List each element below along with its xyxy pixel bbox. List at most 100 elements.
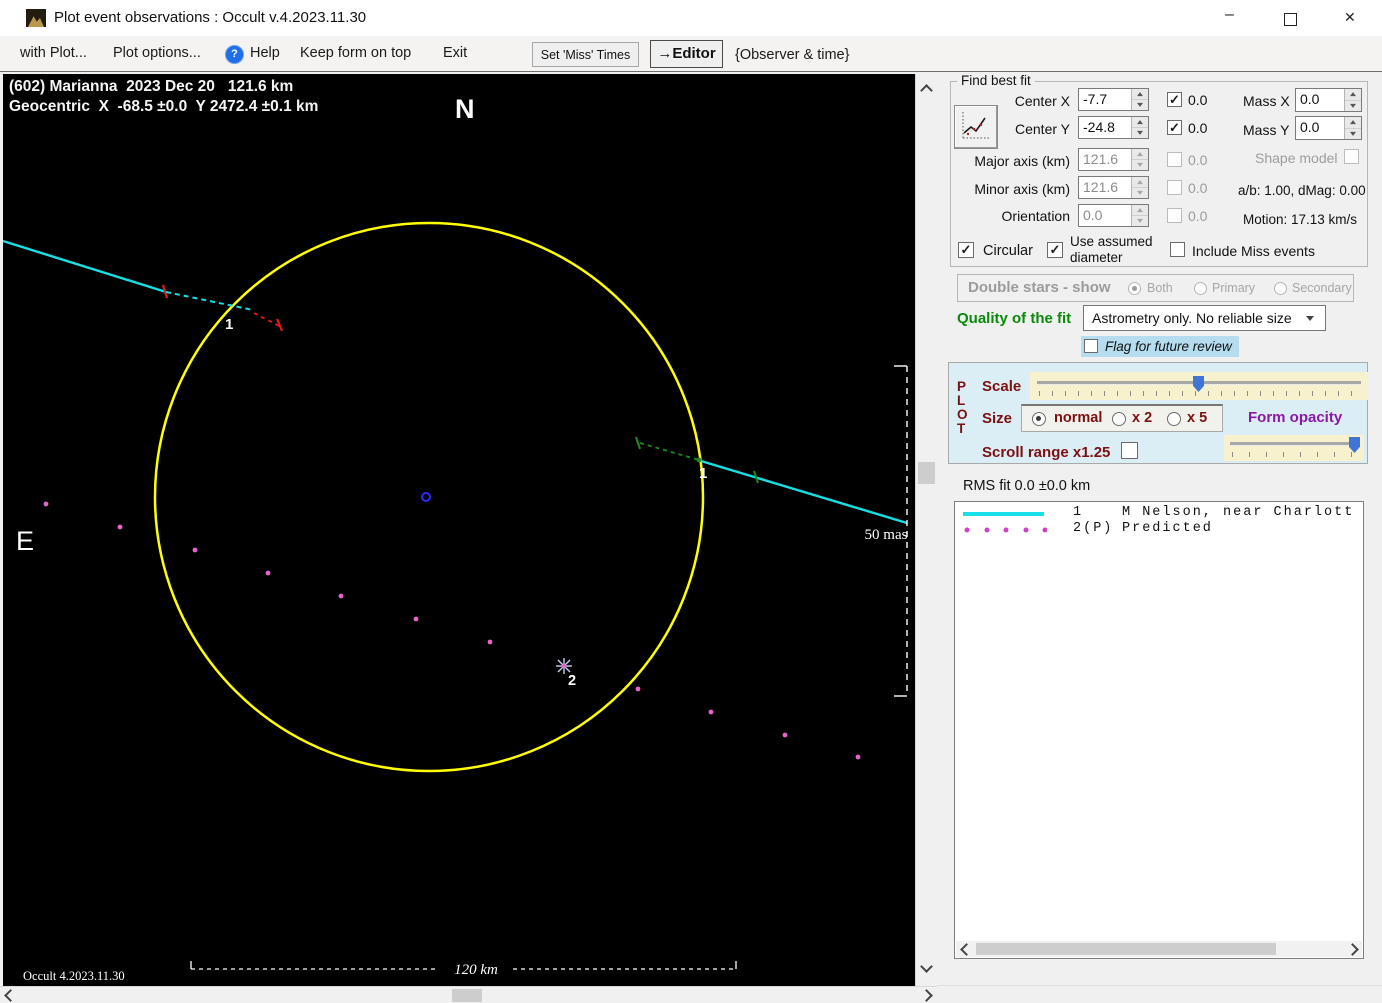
center-y-down[interactable] [1132,128,1148,138]
rms-fit-label: RMS fit 0.0 ±0.0 km [963,478,1091,494]
list-hscrollbar[interactable] [956,941,1362,957]
list-scroll-right-icon[interactable] [1346,943,1359,956]
bottom-divider [937,985,1382,986]
plot-hscrollbar[interactable] [0,986,937,1003]
scroll-range-label: Scroll range x1.25 [982,444,1111,461]
major-axis-spinner: 121.6 [1078,148,1149,171]
plot-canvas[interactable]: (602) Marianna 2023 Dec 20 121.6 km Geoc… [2,74,915,986]
mass-x-down[interactable] [1345,100,1361,111]
double-stars-title: Double stars - show [968,279,1111,296]
center-x-down[interactable] [1132,100,1148,110]
center-x-up[interactable] [1132,89,1148,100]
center-y-spinner[interactable]: -24.8 [1078,116,1149,139]
menu-with-plot[interactable]: with Plot... [20,45,87,61]
center-marker [421,492,431,502]
size-x2-radio[interactable] [1112,412,1126,426]
list-hscroll-thumb[interactable] [976,943,1276,955]
list-scroll-left-icon[interactable] [960,943,973,956]
observer-name: M Nelson, near Charlott [1122,505,1355,520]
maximize-icon [1284,13,1297,26]
form-opacity-slider[interactable] [1224,435,1364,461]
plot-vscroll-thumb[interactable] [918,462,935,484]
use-assumed-label-1: Use assumed [1070,234,1153,249]
scale-slider[interactable] [1030,372,1368,400]
center-y-err-checkbox[interactable] [1167,120,1182,135]
title-bar: Plot event observations : Occult v.4.202… [0,0,1382,36]
scale-label: Scale [982,378,1022,395]
size-normal-radio[interactable] [1032,412,1046,426]
observer-row[interactable]: 1 M Nelson, near Charlott [955,504,1363,520]
close-button[interactable]: ✕ [1329,0,1375,36]
plot-header-line2: Geocentric X -68.5 ±0.0 Y 2472.4 ±0.1 km [9,98,318,115]
major-err-checkbox [1167,152,1182,167]
scale-slider-thumb[interactable] [1193,376,1204,392]
maximize-button[interactable] [1267,0,1313,36]
north-label: N [455,94,475,124]
double-stars-primary-label: Primary [1212,281,1256,295]
scroll-left-icon[interactable] [4,989,17,1002]
observer-listbox[interactable]: 1 M Nelson, near Charlott 2(P) Predicted [954,501,1364,959]
observer-id: 1 [1073,505,1084,520]
mass-y-value: 0.0 [1300,119,1320,135]
use-assumed-checkbox[interactable] [1047,242,1063,258]
menu-plot-options[interactable]: Plot options... [113,45,201,61]
center-y-up[interactable] [1132,117,1148,128]
circular-label: Circular [983,243,1033,259]
size-x5-radio[interactable] [1167,412,1181,426]
observer-id: 2(P) [1073,521,1114,536]
double-stars-both-radio [1128,282,1141,295]
center-x-spinner[interactable]: -7.7 [1078,88,1149,111]
plot-header-line1: (602) Marianna 2023 Dec 20 121.6 km [9,78,293,95]
scroll-down-icon[interactable] [920,960,933,973]
mass-x-up[interactable] [1345,89,1361,101]
editor-button[interactable]: →Editor [650,40,723,68]
minimize-button[interactable]: – [1210,0,1256,36]
orientation-spinner: 0.0 [1078,204,1149,227]
plot-vscrollbar[interactable] [915,74,937,986]
form-opacity-thumb[interactable] [1349,437,1360,453]
double-stars-group: Double stars - show Both Primary Seconda… [957,274,1354,302]
center-x-err-value: 0.0 [1188,92,1208,108]
menu-keep-on-top[interactable]: Keep form on top [300,45,411,61]
menu-help[interactable]: Help [250,45,280,61]
quality-dropdown[interactable]: Astrometry only. No reliable size [1083,305,1326,331]
circular-checkbox[interactable] [958,242,974,258]
chord1-label-left: 1 [225,316,233,333]
mass-y-up[interactable] [1345,117,1361,129]
set-miss-times-button[interactable]: Set 'Miss' Times [532,42,639,67]
minor-axis-spinner: 121.6 [1078,176,1149,199]
scroll-range-checkbox[interactable] [1121,442,1138,459]
chord1-left-solid [2,239,167,294]
mass-y-down[interactable] [1345,128,1361,139]
flag-review-checkbox[interactable] [1084,339,1098,353]
minor-err-value: 0.0 [1188,180,1208,196]
scroll-up-icon[interactable] [920,84,933,97]
double-stars-primary-radio [1194,282,1207,295]
plot-hscroll-thumb[interactable] [452,989,482,1002]
size-x5-label: x 5 [1187,410,1208,426]
orientation-err-value: 0.0 [1188,208,1208,224]
scroll-right-icon[interactable] [920,989,933,1002]
menu-bar: with Plot... Plot options... ? Help Keep… [0,36,1382,72]
mass-y-spinner[interactable]: 0.0 [1295,116,1362,140]
include-miss-checkbox[interactable] [1170,242,1185,257]
menu-exit[interactable]: Exit [443,45,467,61]
major-axis-value: 121.6 [1083,151,1119,167]
mass-x-value: 0.0 [1300,91,1320,107]
double-stars-secondary-radio [1274,282,1287,295]
chord1-label-right: 1 [699,465,707,482]
center-y-err-value: 0.0 [1188,120,1208,136]
mass-x-spinner[interactable]: 0.0 [1295,88,1362,112]
minor-axis-value: 121.6 [1083,179,1119,195]
predicted-midpoint-marker [556,658,572,674]
observer-row[interactable]: 2(P) Predicted [955,520,1363,536]
plot-controls-panel: PLOT Scale Size normal x 2 x 5 Form opac… [948,362,1368,464]
orientation-label: Orientation [1001,208,1070,224]
center-x-err-checkbox[interactable] [1167,92,1182,107]
quality-label: Quality of the fit [957,310,1072,327]
km-scale-label: 120 km [454,962,498,978]
mas-scale-label: 50 mas [865,527,908,543]
minor-axis-label: Minor axis (km) [974,181,1070,197]
orientation-err-checkbox [1167,208,1182,223]
find-best-fit-title: Find best fit [957,73,1035,88]
